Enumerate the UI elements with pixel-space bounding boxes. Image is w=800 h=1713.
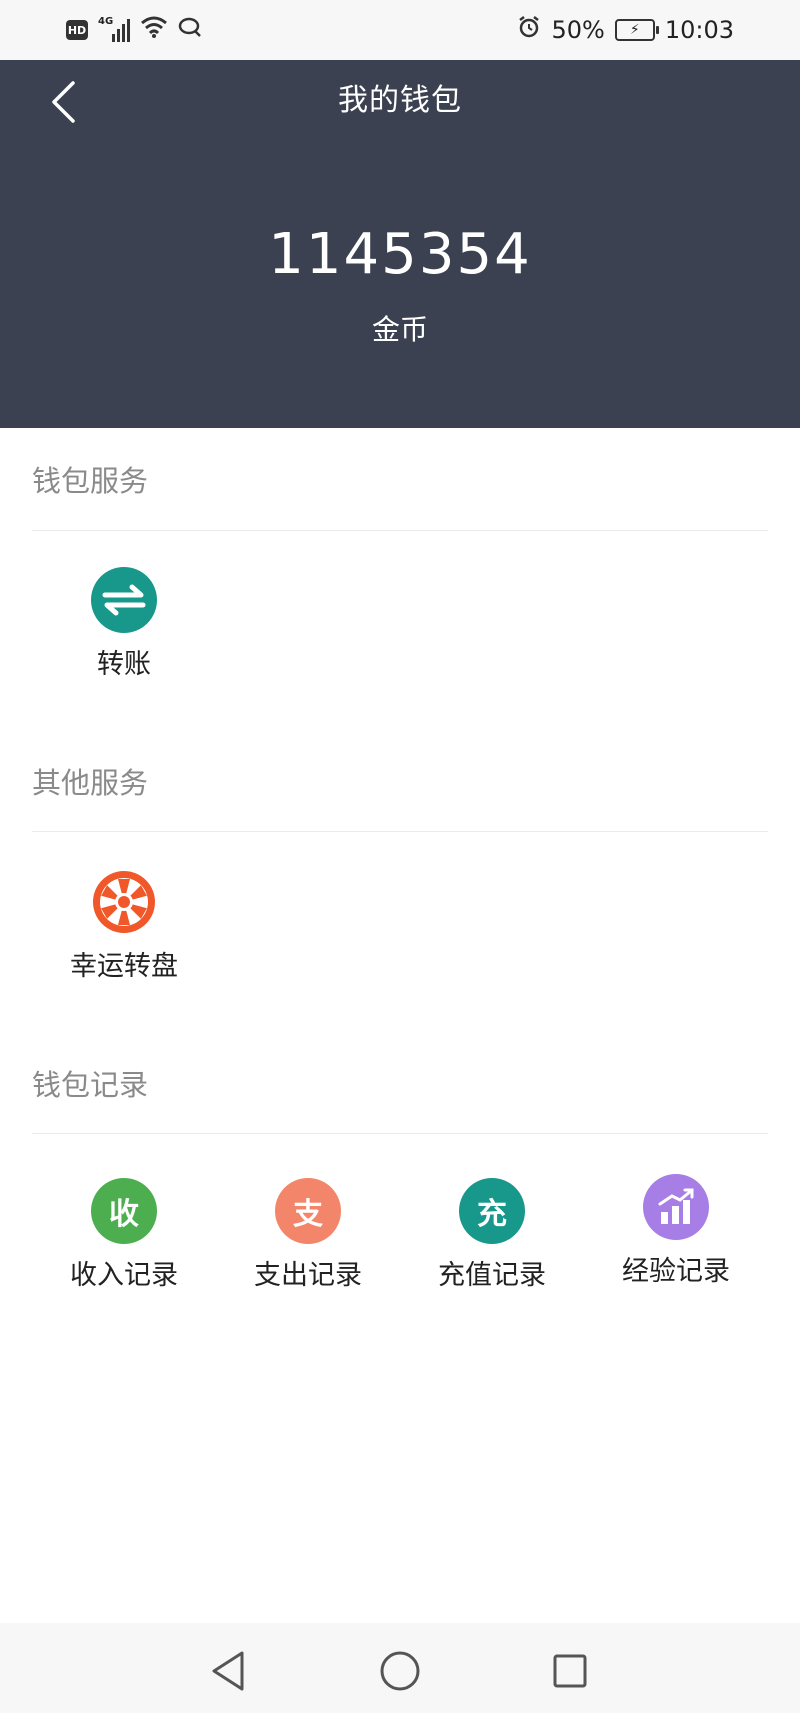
nav-back-button[interactable] [198,1641,258,1701]
wallet-records-title: 钱包记录 [32,1068,149,1102]
wifi-icon [140,15,168,45]
square-recents-icon [553,1654,587,1688]
income-record-button[interactable]: 收 收入记录 [34,1178,214,1294]
cellular-signal-icon: 4G [98,16,130,42]
recharge-record-button[interactable]: 充 充值记录 [402,1178,582,1294]
network-type: 4G [98,16,114,27]
coin-unit-label: 金币 [371,313,428,346]
clock-time: 10:03 [664,16,734,44]
experience-chart-icon [643,1174,709,1240]
lucky-wheel-button[interactable]: 幸运转盘 [34,869,214,985]
status-bar: HD 4G 50% ⚡ 10:03 [0,0,800,60]
expense-icon: 支 [275,1178,341,1244]
circle-home-icon [380,1651,420,1691]
status-left: HD 4G [66,15,202,45]
alarm-icon [517,15,541,45]
experience-record-label: 经验记录 [622,1256,730,1287]
triangle-back-icon [212,1651,244,1691]
message-icon [178,15,202,45]
wallet-service-title: 钱包服务 [32,464,149,498]
income-icon: 收 [91,1178,157,1244]
recharge-record-label: 充值记录 [438,1260,546,1291]
experience-record-button[interactable]: 经验记录 [586,1174,766,1290]
income-record-label: 收入记录 [70,1260,178,1291]
status-right: 50% ⚡ 10:03 [517,15,734,45]
transfer-icon [91,567,157,633]
divider [32,1133,768,1134]
battery-charging-icon: ⚡ [614,19,659,41]
lucky-wheel-label: 幸运转盘 [70,951,178,982]
expense-record-button[interactable]: 支 支出记录 [218,1178,398,1294]
transfer-label: 转账 [97,649,151,680]
other-service-title: 其他服务 [32,766,149,800]
hd-icon: HD [66,20,88,40]
wallet-header: 我的钱包 1145354 金币 [0,60,800,428]
expense-record-label: 支出记录 [254,1260,362,1291]
nav-recents-button[interactable] [540,1641,600,1701]
battery-percent: 50% [551,16,605,44]
coin-balance: 1145354 [268,222,532,287]
divider [32,831,768,832]
lucky-wheel-icon [91,869,157,935]
recharge-icon: 充 [459,1178,525,1244]
transfer-button[interactable]: 转账 [34,567,214,683]
nav-home-button[interactable] [370,1641,430,1701]
system-navigation-bar [0,1623,800,1713]
page-title: 我的钱包 [338,83,462,118]
divider [32,530,768,531]
